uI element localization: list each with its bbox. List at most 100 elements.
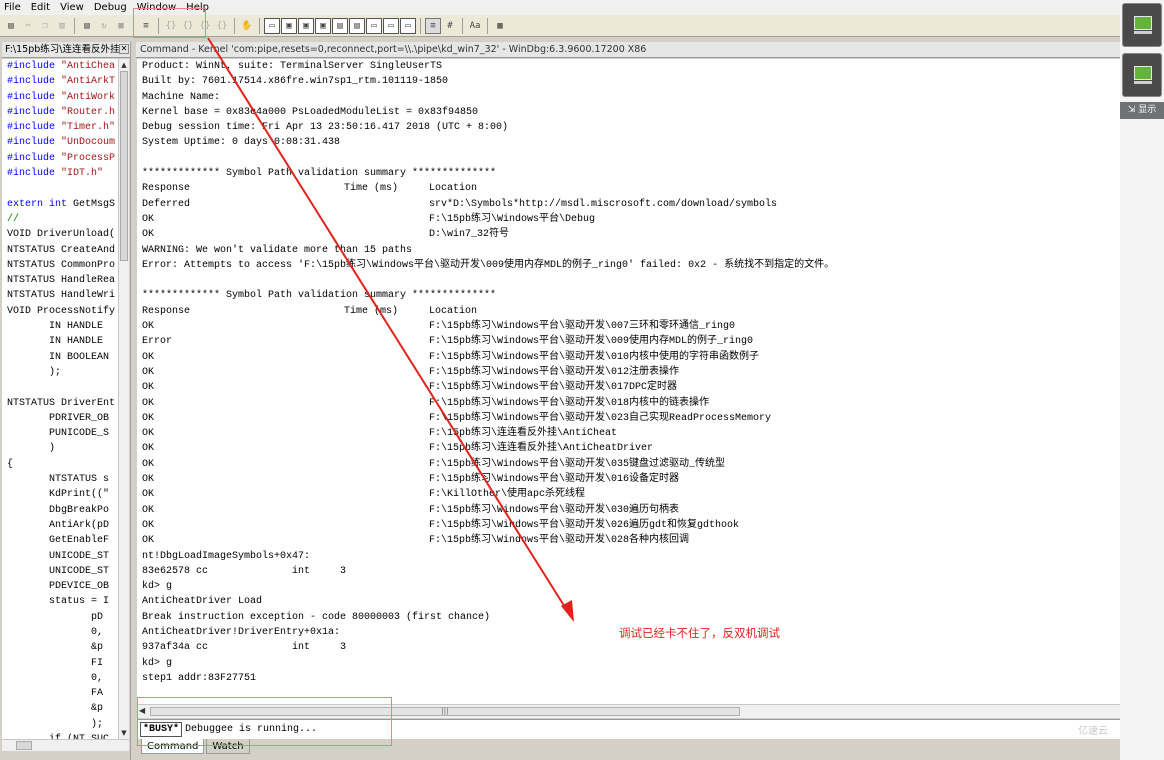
show-button[interactable]: ⇲ 显示 <box>1120 102 1164 119</box>
source-line: NTSTATUS HandleRea <box>7 275 116 287</box>
source-window-title[interactable]: F:\15pb练习\连连看反外挂 ✕ <box>2 42 130 58</box>
menu-file[interactable]: File <box>4 0 21 15</box>
source-line: PDEVICE_OB <box>7 581 110 593</box>
toolbar-separator <box>234 17 235 34</box>
time-cell <box>344 319 429 334</box>
response-cell: OK <box>142 397 155 409</box>
location-cell: F:\15pb练习\Windows平台\驱动开发\026遍历gdt和恢复gdth… <box>429 519 740 531</box>
source-code-pane[interactable]: #include "AntiChea #include "AntiArkT #inc… <box>2 59 118 739</box>
source-line: &p <box>7 703 104 715</box>
source-vertical-scrollbar[interactable]: ▲ ▼ <box>118 59 129 739</box>
menu-debug[interactable]: Debug <box>94 0 127 15</box>
source-line: NTSTATUS s <box>7 474 110 486</box>
location-cell: srv*D:\Symbols*http://msdl.miscrosoft.co… <box>429 198 778 210</box>
cut-icon[interactable]: ✂ <box>20 18 36 34</box>
time-cell <box>344 396 429 411</box>
source-horizontal-scrollbar[interactable] <box>2 739 129 751</box>
menu-view[interactable]: View <box>60 0 84 15</box>
output-line: kd> g <box>142 657 173 669</box>
run-to-cursor-icon[interactable]: {} <box>214 18 230 34</box>
memory-window-icon[interactable]: ▤ <box>332 17 348 34</box>
source-mode-icon[interactable]: ≡ <box>425 17 441 34</box>
paste-icon[interactable]: ▥ <box>54 18 70 34</box>
scroll-up-icon[interactable]: ▲ <box>120 60 128 70</box>
watermark-logo: 亿速云 <box>1078 726 1108 737</box>
output-line: Response Time (ms) Location <box>142 304 1120 319</box>
source-line: // <box>7 213 20 225</box>
options-icon[interactable]: ▦ <box>492 18 508 34</box>
close-icon[interactable]: ✕ <box>119 44 129 54</box>
output-line: Built by: 7601.17514.x86fre.win7sp1_rtm.… <box>142 76 449 88</box>
stop-icon[interactable]: ■ <box>113 18 129 34</box>
location-cell: F:\15pb练习\Windows平台\驱动开发\023自己实现ReadProc… <box>429 412 772 424</box>
location-cell: F:\15pb练习\Windows平台\驱动开发\012注册表操作 <box>429 366 680 378</box>
annotation-text: 调试已经卡不住了，反双机调试 <box>619 626 780 640</box>
source-line: PDRIVER_OB <box>7 412 110 424</box>
processes-threads-icon[interactable]: ▭ <box>400 17 416 34</box>
location-cell: F:\15pb练习\Windows平台\驱动开发\017DPC定时器 <box>429 382 678 394</box>
toolbar-separator <box>420 17 421 34</box>
command-output-pane[interactable]: Product: WinNt, suite: TerminalServer Si… <box>137 59 1120 704</box>
time-cell <box>344 227 429 242</box>
location-cell: F:\15pb练习\Windows平台\Debug <box>429 213 596 225</box>
response-cell: OK <box>142 474 155 486</box>
font-icon[interactable]: Aa <box>467 18 483 34</box>
output-line: Error F:\15pb练习\Windows平台\驱动开发\009使用内存MDL… <box>142 334 1120 349</box>
source-line <box>7 380 118 395</box>
scroll-thumb[interactable] <box>120 71 128 261</box>
command-window-title[interactable]: Command - Kernel 'com:pipe,resets=0,reco… <box>136 42 1120 58</box>
toolbar-separator <box>487 17 488 34</box>
callstack-window-icon[interactable]: ▤ <box>349 17 365 34</box>
vm-thumbnail[interactable] <box>1122 3 1162 47</box>
output-line: OK F:\15pb练习\Windows平台\驱动开发\030遍历句柄表 <box>142 503 1120 518</box>
source-line: IN BOOLEAN <box>7 351 110 363</box>
go-icon[interactable]: ▤ <box>79 18 95 34</box>
locals-window-icon[interactable]: ▣ <box>298 17 314 34</box>
response-cell: OK <box>142 213 155 225</box>
output-line: WARNING: We won't validate more than 15 … <box>142 244 413 256</box>
source-line: AntiArk(pD <box>7 519 110 531</box>
source-line: GetEnableF <box>7 535 110 547</box>
output-line: OK F:\15pb练习\Windows平台\驱动开发\023自己实现ReadPr… <box>142 411 1120 426</box>
time-cell <box>344 212 429 227</box>
source-line: ); <box>7 366 62 378</box>
response-cell: OK <box>142 535 155 547</box>
location-cell: F:\15pb练习\连连看反外挂\AntiCheatDriver <box>429 443 654 455</box>
open-icon[interactable]: ▤ <box>3 18 19 34</box>
command-window-icon[interactable]: ▭ <box>264 17 280 34</box>
disassembly-window-icon[interactable]: ▭ <box>366 17 382 34</box>
toolbar-separator <box>259 17 260 34</box>
highlight-box <box>133 8 206 38</box>
source-line: if (NT_SUC <box>7 732 118 739</box>
output-line: OK F:\15pb练习\Windows平台\驱动开发\010内核中使用的字符串函… <box>142 350 1120 365</box>
hand-icon[interactable]: ✋ <box>239 18 255 34</box>
output-line: OK F:\KillOther\使用apc杀死线程 <box>142 487 1120 502</box>
source-line: 0, <box>7 626 104 638</box>
location-cell: F:\15pb练习\连连看反外挂\AntiCheat <box>429 428 618 440</box>
restart-icon[interactable]: ↻ <box>96 18 112 34</box>
response-cell: Response <box>142 183 191 195</box>
output-line: OK F:\15pb练习\Windows平台\驱动开发\007三环和零环通信_ri… <box>142 319 1120 334</box>
menu-edit[interactable]: Edit <box>31 0 50 15</box>
watch-window-icon[interactable]: ▣ <box>281 17 297 34</box>
response-cell: OK <box>142 458 155 470</box>
scroll-down-icon[interactable]: ▼ <box>120 728 128 738</box>
scroll-thumb[interactable] <box>16 741 32 750</box>
hex-mode-icon[interactable]: # <box>442 18 458 34</box>
scratch-pad-icon[interactable]: ▭ <box>383 17 399 34</box>
source-line: ); <box>7 718 104 730</box>
response-cell: OK <box>142 412 155 424</box>
time-cell <box>344 441 429 456</box>
output-line: OK F:\15pb练习\Windows平台\驱动开发\012注册表操作 <box>142 365 1120 380</box>
pane-divider[interactable] <box>130 42 136 760</box>
time-cell <box>344 503 429 518</box>
registers-window-icon[interactable]: ▣ <box>315 17 331 34</box>
time-cell <box>344 411 429 426</box>
source-line: IN HANDLE <box>7 336 104 348</box>
time-cell <box>344 380 429 395</box>
copy-icon[interactable]: ❐ <box>37 18 53 34</box>
vm-thumbnail[interactable] <box>1122 53 1162 97</box>
output-line: step1 addr:83F27751 <box>142 672 257 684</box>
output-line: AntiCheatDriver Load <box>142 596 263 608</box>
source-line: #include "Timer.h" <box>7 122 116 134</box>
